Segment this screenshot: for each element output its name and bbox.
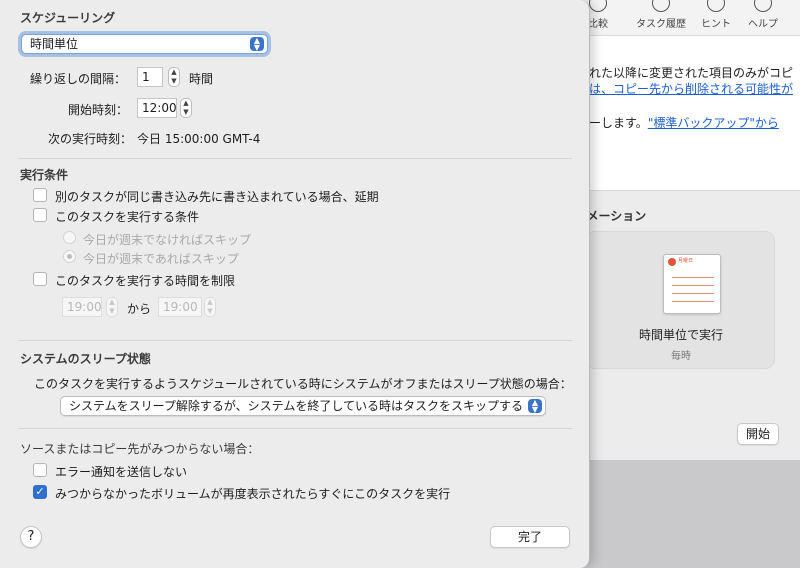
defer-label: 別のタスクが同じ書き込み先に書き込まれている場合、延期 (55, 190, 379, 204)
frequency-popup-value: 時間単位 (30, 37, 79, 51)
toolbar-help[interactable]: ヘルプ (743, 0, 783, 36)
toolbar-hint-label: ヒント (701, 19, 731, 30)
calendar-header-dot (668, 258, 676, 266)
no-error-label: エラー通知を送信しない (55, 465, 188, 479)
clock-icon (652, 0, 670, 12)
lightbulb-icon (707, 0, 725, 12)
toolbar: 比較 タスク履歴 ヒント ヘルプ (561, 0, 800, 36)
repeat-interval-unit: 時間 (189, 72, 214, 86)
scheduling-sheet: スケジューリング 時間単位 ▲ ▼ 繰り返しの間隔： 1 ▲ ▼ 時間 開始時刻： … (0, 0, 590, 568)
calendar-line (672, 293, 714, 294)
automation-card[interactable]: 月曜日 時間単位で実行 毎時 (585, 231, 775, 369)
description-line-2-link[interactable]: は、コピー先から削除される可能性が (589, 80, 793, 97)
condition-checkbox[interactable] (33, 208, 47, 222)
done-button[interactable]: 完了 (490, 526, 570, 548)
standard-backup-link[interactable]: "標準バックアップ"から (648, 116, 779, 130)
calendar-line (672, 285, 714, 286)
skip-weekend-label: 今日が週末であればスキップ (83, 252, 239, 266)
description-line-1: れた以降に変更された項目のみがコピ (589, 66, 794, 80)
description-line-3-text: ーします。 (589, 116, 648, 130)
background-window: 比較 タスク履歴 ヒント ヘルプ れた以降に変更された項目のみがコピ は、コピー… (560, 0, 800, 460)
frequency-popup[interactable]: 時間単位 ▲ ▼ (21, 34, 268, 54)
limit-to-word: から (127, 302, 152, 316)
calendar-icon: 月曜日 (663, 254, 721, 314)
limit-from-stepper[interactable]: ▲ ▼ (106, 297, 118, 317)
skip-weekday-radio[interactable] (63, 231, 76, 244)
limit-time-label: このタスクを実行する時間を制限 (55, 274, 236, 288)
missing-title: ソースまたはコピー先がみつからない場合： (20, 442, 260, 456)
next-run-value: 今日 15:00:00 GMT-4 (137, 132, 261, 146)
start-time-input[interactable]: 12:00 (137, 98, 177, 118)
skip-weekday-label: 今日が週末でなければスキップ (83, 233, 252, 247)
automation-panel: ーメーション 月曜日 時間単位で実行 毎時 開始 (561, 190, 800, 460)
chevron-updown-icon: ▲ ▼ (250, 37, 264, 52)
repeat-interval-input[interactable]: 1 (137, 67, 163, 87)
divider (18, 158, 572, 159)
sleep-description: このタスクを実行するようスケジュールされている時にシステムがオフまたはスリープ状… (34, 377, 572, 391)
sleep-title: システムのスリープ状態 (20, 352, 151, 366)
divider (18, 428, 572, 429)
repeat-interval-label: 繰り返しの間隔： (30, 72, 127, 86)
next-run-label: 次の実行時刻： (48, 132, 133, 146)
chevron-updown-icon: ▲ ▼ (528, 399, 542, 414)
run-on-reappear-checkbox[interactable]: ✓ (33, 485, 47, 499)
limit-from-input[interactable]: 19:00 (62, 297, 102, 317)
limit-time-checkbox[interactable] (33, 272, 47, 286)
scheduling-title: スケジューリング (20, 11, 116, 25)
start-time-stepper[interactable]: ▲ ▼ (180, 98, 192, 118)
toolbar-hint[interactable]: ヒント (696, 0, 736, 36)
conditions-title: 実行条件 (20, 168, 69, 182)
compare-icon (589, 0, 607, 12)
calendar-line (672, 277, 714, 278)
repeat-interval-stepper[interactable]: ▲ ▼ (168, 67, 180, 87)
automation-sublabel: 毎時 (671, 351, 691, 362)
question-icon (754, 0, 772, 12)
calendar-line (672, 301, 714, 302)
description-line-3: ーします。"標準バックアップ"から (589, 114, 779, 131)
calendar-header-label: 月曜日 (678, 258, 694, 264)
condition-label: このタスクを実行する条件 (55, 210, 200, 224)
toolbar-help-label: ヘルプ (748, 19, 778, 30)
sleep-option-value: システムをスリープ解除するが、システムを終了している時はタスクをスキップする (69, 399, 523, 413)
help-button[interactable]: ? (20, 526, 42, 548)
sleep-option-popup[interactable]: システムをスリープ解除するが、システムを終了している時はタスクをスキップする ▲… (60, 396, 546, 416)
start-button[interactable]: 開始 (737, 423, 779, 445)
defer-checkbox[interactable] (33, 188, 47, 202)
toolbar-task-history-label: タスク履歴 (636, 19, 686, 30)
run-on-reappear-label: みつからなかったボリュームが再度表示されたらすぐにこのタスクを実行 (55, 487, 451, 501)
no-error-checkbox[interactable] (33, 463, 47, 477)
skip-weekend-radio[interactable] (63, 250, 76, 263)
divider (18, 340, 572, 341)
limit-to-input[interactable]: 19:00 (158, 297, 202, 317)
start-time-label: 開始時刻： (68, 103, 129, 117)
toolbar-task-history[interactable]: タスク履歴 (631, 0, 691, 36)
automation-label: 時間単位で実行 (638, 328, 723, 342)
limit-to-stepper[interactable]: ▲ ▼ (204, 297, 216, 317)
